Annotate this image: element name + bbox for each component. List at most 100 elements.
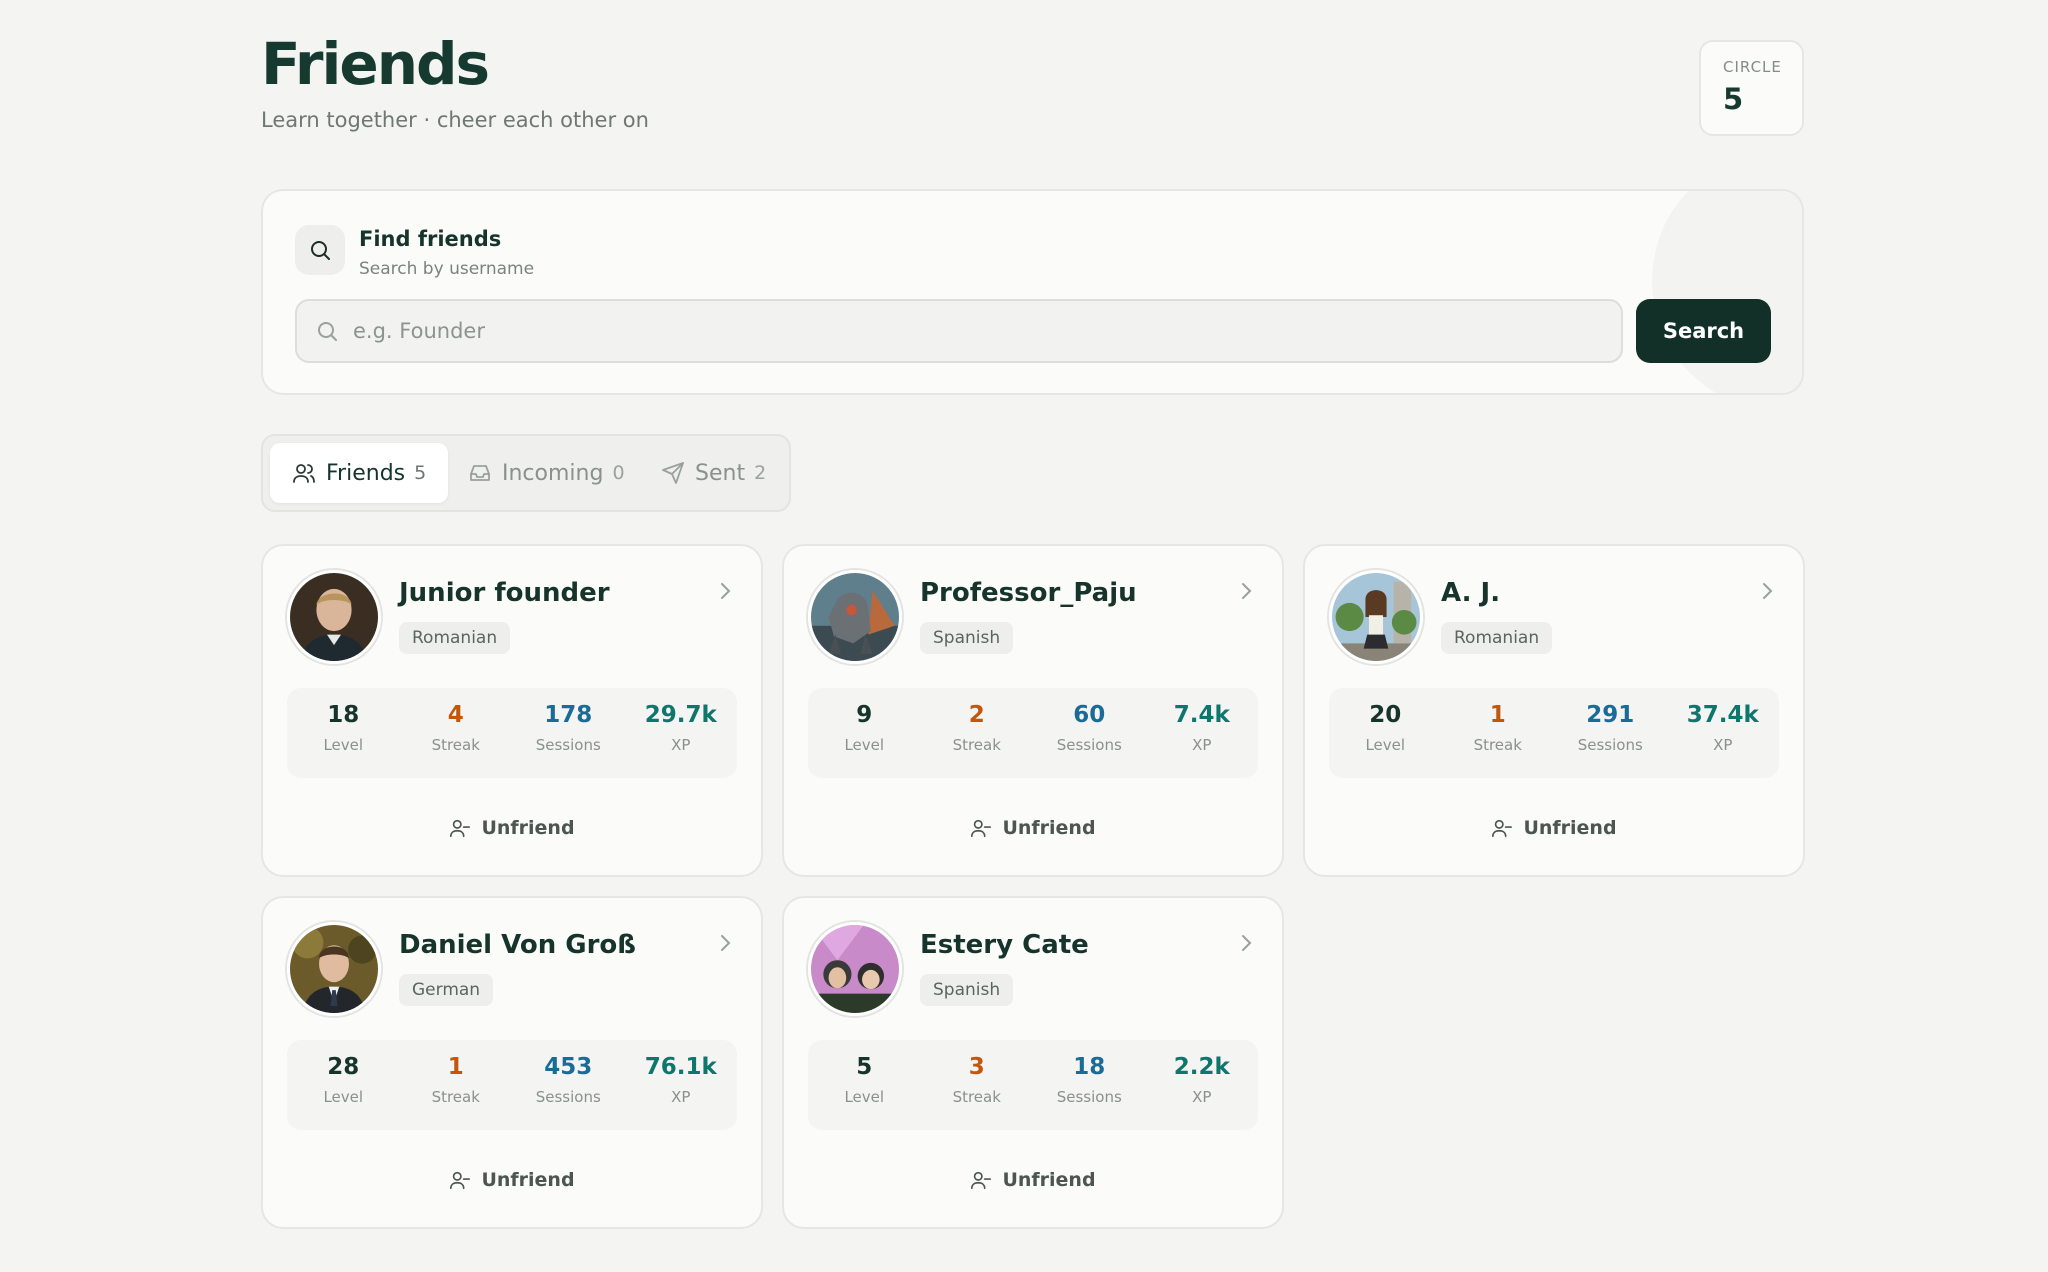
page-subtitle: Learn together · cheer each other on	[261, 108, 649, 132]
unfriend-button[interactable]: Unfriend	[263, 808, 761, 848]
sessions-value: 60	[1073, 702, 1106, 728]
friend-name: Estery Cate	[920, 930, 1089, 960]
friend-card[interactable]: Professor_Paju Spanish 9 Level 2 Streak 60…	[782, 544, 1284, 877]
xp-value: 76.1k	[644, 1054, 717, 1080]
circle-value: 5	[1723, 82, 1744, 116]
stat-streak: 1 Streak	[1442, 688, 1555, 778]
stat-sessions: 18 Sessions	[1033, 1040, 1146, 1130]
xp-label: XP	[1192, 736, 1212, 754]
avatar	[808, 922, 902, 1016]
unfriend-button[interactable]: Unfriend	[1305, 808, 1803, 848]
friend-card[interactable]: Estery Cate Spanish 5 Level 3 Streak 18 Ses…	[782, 896, 1284, 1229]
sessions-label: Sessions	[535, 736, 601, 754]
stat-streak: 2 Streak	[921, 688, 1034, 778]
chevron-right-icon[interactable]	[1236, 580, 1256, 602]
unfriend-button[interactable]: Unfriend	[784, 808, 1282, 848]
tab-incoming[interactable]: Incoming 0	[468, 443, 625, 503]
streak-label: Streak	[431, 736, 480, 754]
level-value: 18	[327, 702, 360, 728]
stat-xp: 29.7k XP	[625, 688, 738, 778]
avatar	[808, 570, 902, 664]
streak-value: 1	[447, 1054, 464, 1080]
stat-sessions: 291 Sessions	[1554, 688, 1667, 778]
stat-streak: 1 Streak	[400, 1040, 513, 1130]
avatar	[1329, 570, 1423, 664]
level-label: Level	[323, 1088, 364, 1106]
unfriend-button[interactable]: Unfriend	[263, 1160, 761, 1200]
find-friends-subtitle: Search by username	[359, 259, 535, 279]
stat-level: 5 Level	[808, 1040, 921, 1130]
decorative-circle	[1652, 191, 1802, 393]
user-minus-icon	[450, 819, 471, 838]
stat-streak: 4 Streak	[400, 688, 513, 778]
friend-card[interactable]: Daniel Von Groß German 28 Level 1 Streak 4…	[261, 896, 763, 1229]
page-title: Friends	[261, 30, 490, 98]
stat-level: 9 Level	[808, 688, 921, 778]
xp-label: XP	[1192, 1088, 1212, 1106]
send-icon	[662, 462, 684, 484]
chevron-right-icon[interactable]	[1757, 580, 1777, 602]
level-value: 28	[327, 1054, 360, 1080]
unfriend-label: Unfriend	[1002, 817, 1096, 839]
level-value: 9	[856, 702, 873, 728]
search-button[interactable]: Search	[1636, 299, 1771, 363]
stat-sessions: 60 Sessions	[1033, 688, 1146, 778]
level-label: Level	[844, 1088, 885, 1106]
streak-value: 3	[968, 1054, 985, 1080]
user-minus-icon	[1492, 819, 1513, 838]
stat-level: 20 Level	[1329, 688, 1442, 778]
stat-sessions: 453 Sessions	[512, 1040, 625, 1130]
chevron-right-icon[interactable]	[715, 580, 735, 602]
stat-xp: 76.1k XP	[625, 1040, 738, 1130]
language-badge: Spanish	[920, 974, 1014, 1006]
search-field[interactable]	[295, 299, 1623, 363]
tab-sent-label: Sent	[695, 460, 746, 486]
search-field-icon	[315, 319, 339, 347]
circle-label: CIRCLE	[1723, 58, 1782, 76]
level-label: Level	[1365, 736, 1406, 754]
streak-value: 1	[1489, 702, 1506, 728]
stat-streak: 3 Streak	[921, 1040, 1034, 1130]
chevron-right-icon[interactable]	[1236, 932, 1256, 954]
friend-name: Junior founder	[399, 578, 610, 608]
unfriend-label: Unfriend	[1002, 1169, 1096, 1191]
tab-sent[interactable]: Sent 2	[661, 443, 766, 503]
stat-xp: 7.4k XP	[1146, 688, 1259, 778]
xp-value: 29.7k	[644, 702, 717, 728]
streak-label: Streak	[952, 736, 1001, 754]
friend-card[interactable]: Junior founder Romanian 18 Level 4 Streak …	[261, 544, 763, 877]
stat-level: 28 Level	[287, 1040, 400, 1130]
avatar	[287, 570, 381, 664]
tab-sent-count: 2	[754, 462, 767, 484]
xp-value: 2.2k	[1173, 1054, 1230, 1080]
tab-incoming-count: 0	[612, 462, 625, 484]
level-label: Level	[844, 736, 885, 754]
avatar	[287, 922, 381, 1016]
xp-label: XP	[671, 736, 691, 754]
tab-friends-count: 5	[414, 462, 427, 484]
find-friends-card: Find friends Search by username Search	[261, 189, 1804, 395]
chevron-right-icon[interactable]	[715, 932, 735, 954]
sessions-value: 291	[1586, 702, 1635, 728]
sessions-label: Sessions	[535, 1088, 601, 1106]
friend-name: Daniel Von Groß	[399, 930, 636, 960]
search-icon	[295, 225, 345, 275]
search-input[interactable]	[353, 301, 1613, 361]
user-minus-icon	[971, 819, 992, 838]
level-value: 20	[1369, 702, 1402, 728]
friend-stats: 5 Level 3 Streak 18 Sessions 2.2k XP	[808, 1040, 1258, 1130]
unfriend-label: Unfriend	[481, 817, 575, 839]
stat-level: 18 Level	[287, 688, 400, 778]
friend-card[interactable]: A. J. Romanian 20 Level 1 Streak 291 Sessio…	[1303, 544, 1805, 877]
xp-value: 7.4k	[1173, 702, 1230, 728]
find-friends-title: Find friends	[359, 227, 502, 251]
unfriend-label: Unfriend	[481, 1169, 575, 1191]
sessions-label: Sessions	[1577, 736, 1643, 754]
sessions-value: 18	[1073, 1054, 1106, 1080]
tab-friends[interactable]: Friends 5	[270, 443, 449, 503]
friend-stats: 9 Level 2 Streak 60 Sessions 7.4k XP	[808, 688, 1258, 778]
tab-incoming-label: Incoming	[502, 460, 604, 486]
friend-stats: 20 Level 1 Streak 291 Sessions 37.4k XP	[1329, 688, 1779, 778]
friend-stats: 18 Level 4 Streak 178 Sessions 29.7k XP	[287, 688, 737, 778]
unfriend-button[interactable]: Unfriend	[784, 1160, 1282, 1200]
